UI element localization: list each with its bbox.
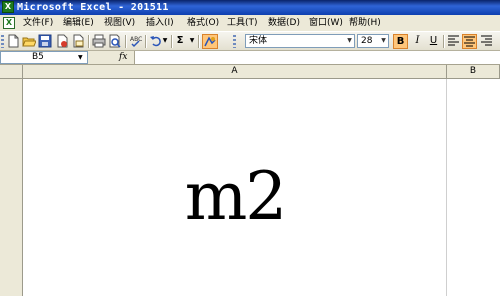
align-left-icon[interactable] xyxy=(446,34,461,49)
menu-bar: X 文件(F) 编辑(E) 视图(V) 插入(I) 格式(O) 工具(T) 数据… xyxy=(0,15,500,31)
column-a-cells[interactable]: m2 xyxy=(23,79,447,296)
column-headers: A B xyxy=(0,65,500,79)
toolbar-separator xyxy=(198,35,200,48)
insert-function-icon[interactable]: fx xyxy=(119,51,133,64)
permission-icon[interactable] xyxy=(55,34,69,48)
menu-view[interactable]: 视图(V) xyxy=(104,17,135,29)
toolbar-separator xyxy=(145,35,147,48)
formula-bar: B5 ▼ fx xyxy=(0,51,500,65)
toolbar-separator xyxy=(125,35,127,48)
undo-icon[interactable] xyxy=(149,34,163,48)
menu-data[interactable]: 数据(D) xyxy=(268,17,300,29)
column-header-b[interactable]: B xyxy=(447,65,500,78)
menu-help[interactable]: 帮助(H) xyxy=(349,17,381,29)
open-folder-icon[interactable] xyxy=(22,34,37,48)
toolbar-separator xyxy=(443,35,445,48)
menu-insert[interactable]: 插入(I) xyxy=(146,17,174,29)
toolbar-grip[interactable] xyxy=(1,35,4,48)
menu-edit[interactable]: 编辑(E) xyxy=(63,17,94,29)
svg-text:ABC: ABC xyxy=(130,36,142,43)
format-toolbar-grip[interactable] xyxy=(233,35,236,48)
drawing-icon[interactable] xyxy=(202,34,218,49)
align-right-icon[interactable] xyxy=(479,34,494,49)
select-all-corner[interactable] xyxy=(0,65,23,78)
column-header-a[interactable]: A xyxy=(23,65,447,78)
undo-dropdown-icon[interactable]: ▼ xyxy=(162,34,168,48)
print-icon[interactable] xyxy=(92,34,106,48)
workbook-icon[interactable]: X xyxy=(3,17,15,29)
print-preview-icon[interactable] xyxy=(108,34,122,48)
toolbar-separator xyxy=(88,35,90,48)
menu-window[interactable]: 窗口(W) xyxy=(309,17,343,29)
italic-button[interactable]: I xyxy=(410,34,425,49)
new-document-icon[interactable] xyxy=(6,34,20,48)
spelling-icon[interactable]: ABC xyxy=(129,34,143,48)
cell-a1[interactable]: m2 xyxy=(23,149,447,245)
menu-tools[interactable]: 工具(T) xyxy=(227,17,258,29)
save-icon[interactable] xyxy=(38,34,52,48)
name-box[interactable]: B5 ▼ xyxy=(0,51,88,64)
autosum-dropdown-icon[interactable]: ▼ xyxy=(189,34,195,48)
font-size-value: 28 xyxy=(361,36,373,46)
font-name-dropdown-icon[interactable]: ▼ xyxy=(345,35,354,47)
toolbar-separator xyxy=(171,35,173,48)
toolbar: ABC ▼ Σ ▼ 宋体 ▼ 28 ▼ B I U xyxy=(0,31,500,51)
name-box-value: B5 xyxy=(32,52,44,62)
formula-input[interactable] xyxy=(134,51,500,64)
row-headers[interactable] xyxy=(0,79,23,296)
menu-file[interactable]: 文件(F) xyxy=(23,17,53,29)
bold-button[interactable]: B xyxy=(393,34,408,49)
window-title: Microsoft Excel - 201511 xyxy=(17,2,169,13)
email-icon[interactable] xyxy=(71,34,85,48)
font-size-dropdown-icon[interactable]: ▼ xyxy=(379,35,388,47)
font-name-combo[interactable]: 宋体 ▼ xyxy=(245,34,355,48)
underline-button[interactable]: U xyxy=(426,34,441,49)
excel-app-icon[interactable]: X xyxy=(2,1,14,13)
font-name-value: 宋体 xyxy=(249,36,268,46)
font-size-combo[interactable]: 28 ▼ xyxy=(357,34,389,48)
worksheet-grid[interactable]: m2 xyxy=(23,79,500,296)
align-center-icon[interactable] xyxy=(462,34,477,49)
menu-format[interactable]: 格式(O) xyxy=(187,17,219,29)
name-box-dropdown-icon[interactable]: ▼ xyxy=(78,52,86,63)
autosum-icon[interactable]: Σ xyxy=(175,34,185,48)
title-bar: X Microsoft Excel - 201511 xyxy=(0,0,500,15)
